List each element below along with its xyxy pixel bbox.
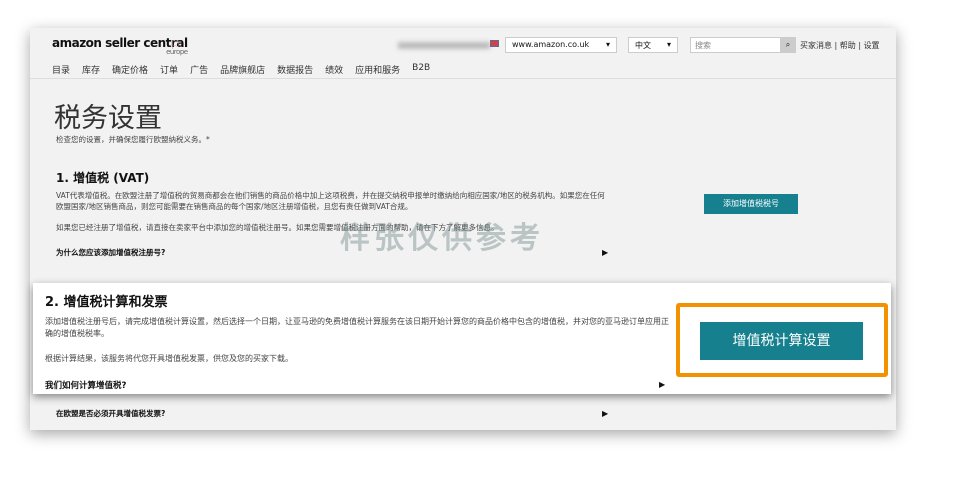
page-title: 税务设置 — [54, 103, 162, 134]
nav-item[interactable]: 确定价格 — [112, 63, 148, 76]
expand-arrow-icon[interactable]: ▶ — [602, 409, 608, 418]
vat-heading: 1. 增值税 (VAT) — [56, 171, 150, 185]
calc-faq-link[interactable]: 我们如何计算增值税? — [45, 379, 126, 391]
account-name-blurred — [398, 42, 490, 49]
nav-item[interactable]: 品牌旗舰店 — [220, 63, 265, 76]
expand-arrow-icon[interactable]: ▶ — [602, 248, 608, 257]
nav-item[interactable]: 数据报告 — [277, 63, 313, 76]
calc-description: 添加增值税注册号后，请完成增值税计算设置，然后选择一个日期，让亚马逊的免费增值税… — [45, 317, 669, 338]
main-nav: 目录 库存 确定价格 订单 广告 品牌旗舰店 数据报告 绩效 应用和服务 B2B — [52, 63, 430, 76]
watermark: 样张仅供参考 — [340, 221, 544, 256]
help-link[interactable]: 帮助 — [840, 41, 856, 50]
invoice-faq-link[interactable]: 在欧盟是否必须开具增值税发票? — [56, 408, 165, 419]
divider — [30, 78, 896, 79]
language-value: 中文 — [635, 41, 651, 50]
nav-item[interactable]: 目录 — [52, 63, 70, 76]
settings-link[interactable]: 设置 — [864, 41, 880, 50]
dropdown-icon: ▾ — [605, 40, 610, 49]
nav-item[interactable]: 订单 — [160, 63, 178, 76]
vat-description: VAT代表增值税。在欧盟注册了增值税的贸易商都会在他们销售的商品价格中加上这项税… — [56, 191, 605, 211]
calc-invoice-text: 根据计算结果，该服务将代您开具增值税发票，供您及您的买家下载。 — [45, 354, 293, 363]
page-subtitle: 检查您的设置，并确保您履行欧盟纳税义务。* — [56, 135, 210, 144]
uk-flag-icon — [490, 40, 499, 47]
nav-item[interactable]: 应用和服务 — [355, 63, 400, 76]
nav-item[interactable]: 绩效 — [325, 63, 343, 76]
vat-calculation-settings-button[interactable]: 增值税计算设置 — [700, 322, 863, 360]
search-icon[interactable]: ⌕ — [780, 37, 796, 53]
dropdown-icon: ▾ — [666, 40, 671, 49]
add-vat-number-button[interactable]: 添加增值税税号 — [704, 194, 798, 214]
header-links: 买家消息 | 帮助 | 设置 — [800, 41, 880, 50]
buyer-messages-link[interactable]: 买家消息 — [800, 41, 832, 50]
amazon-logo[interactable]: amazon seller central europe — [52, 36, 188, 56]
nav-item[interactable]: 库存 — [82, 63, 100, 76]
marketplace-select[interactable]: www.amazon.co.uk ▾ — [505, 37, 617, 53]
nav-item[interactable]: 广告 — [190, 63, 208, 76]
flag-icon[interactable]: ⚐ — [170, 38, 181, 52]
marketplace-value: www.amazon.co.uk — [512, 40, 590, 49]
nav-item[interactable]: B2B — [412, 63, 430, 76]
vat-faq-link[interactable]: 为什么您应该添加增值税注册号? — [56, 247, 165, 258]
expand-arrow-icon[interactable]: ▶ — [659, 380, 665, 389]
language-select[interactable]: 中文 ▾ — [628, 37, 678, 53]
calc-heading: 2. 增值税计算和发票 — [45, 295, 168, 310]
